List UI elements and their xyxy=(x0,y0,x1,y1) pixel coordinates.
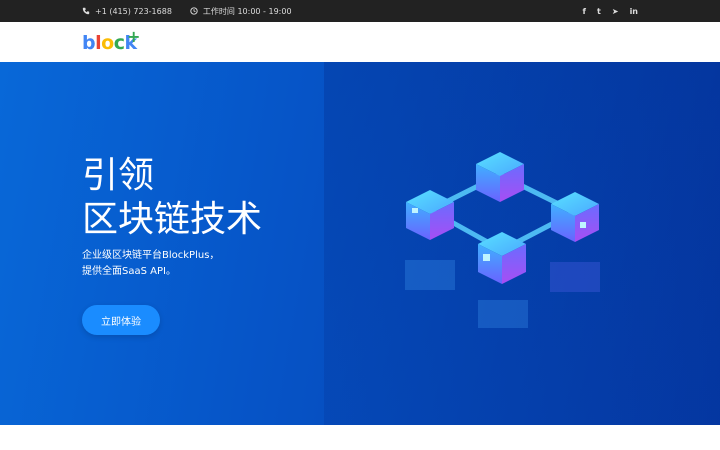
linkedin-icon[interactable]: in xyxy=(630,7,638,16)
facebook-icon[interactable]: f xyxy=(583,7,586,16)
hero-banner: 引领 区块链技术 企业级区块链平台BlockPlus，提供全面SaaS API。… xyxy=(0,62,720,425)
cube-top xyxy=(476,152,524,202)
logo-plus: + xyxy=(127,27,140,46)
phone-icon xyxy=(82,7,90,15)
hero-title: 引领 区块链技术 xyxy=(82,154,262,242)
social-links: f t ➤ in xyxy=(583,0,638,22)
hero-title-line1: 引领 xyxy=(82,155,155,196)
cube-left xyxy=(406,190,454,240)
brand-logo[interactable]: block + xyxy=(82,27,140,56)
telegram-icon[interactable]: ➤ xyxy=(612,7,619,16)
phone-number: +1 (415) 723-1688 xyxy=(95,6,172,16)
business-hours: 工作时间 10:00 - 19:00 xyxy=(202,6,292,16)
top-bar: +1 (415) 723-1688 工作时间 10:00 - 19:00 f t… xyxy=(0,0,720,22)
blockchain-network-illustration xyxy=(405,152,600,328)
contact-info: +1 (415) 723-1688 工作时间 10:00 - 19:00 xyxy=(82,0,304,22)
try-now-button[interactable]: 立即体验 xyxy=(82,305,160,335)
hero-title-line2: 区块链技术 xyxy=(82,199,263,240)
logo-letter: c xyxy=(113,32,125,54)
navbar: block + xyxy=(0,22,720,62)
hero-description: 企业级区块链平台BlockPlus，提供全面SaaS API。 xyxy=(82,250,220,277)
hours-item: 工作时间 10:00 - 19:00 xyxy=(190,6,292,17)
clock-icon xyxy=(190,7,198,15)
logo-letter: o xyxy=(101,32,114,54)
logo-letter: b xyxy=(82,32,96,54)
phone-item[interactable]: +1 (415) 723-1688 xyxy=(82,7,172,16)
twitter-icon[interactable]: t xyxy=(597,7,601,16)
cube-right xyxy=(551,192,599,242)
